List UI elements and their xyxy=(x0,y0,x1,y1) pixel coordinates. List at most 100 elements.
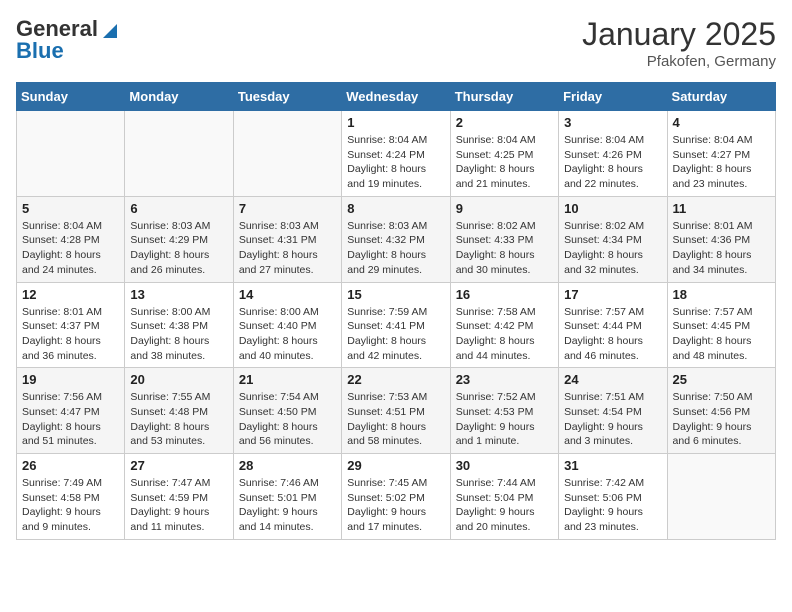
week-row-3: 12 Sunrise: 8:01 AM Sunset: 4:37 PM Dayli… xyxy=(17,282,776,368)
day-info: Sunrise: 7:54 AM Sunset: 4:50 PM Dayligh… xyxy=(239,390,336,449)
day-info: Sunrise: 8:00 AM Sunset: 4:40 PM Dayligh… xyxy=(239,305,336,364)
day-number: 9 xyxy=(456,201,553,216)
page-header: General Blue January 2025 Pfakofen, Germ… xyxy=(16,16,776,70)
month-title: January 2025 xyxy=(582,16,776,53)
calendar-cell: 16 Sunrise: 7:58 AM Sunset: 4:42 PM Dayli… xyxy=(450,282,558,368)
logo-arrow-icon xyxy=(99,20,117,38)
day-number: 17 xyxy=(564,287,661,302)
day-info: Sunrise: 7:49 AM Sunset: 4:58 PM Dayligh… xyxy=(22,476,119,535)
day-number: 27 xyxy=(130,458,227,473)
week-row-1: 1 Sunrise: 8:04 AM Sunset: 4:24 PM Daylig… xyxy=(17,111,776,197)
day-info: Sunrise: 7:57 AM Sunset: 4:45 PM Dayligh… xyxy=(673,305,770,364)
calendar-table: SundayMondayTuesdayWednesdayThursdayFrid… xyxy=(16,82,776,540)
day-number: 12 xyxy=(22,287,119,302)
calendar-cell: 2 Sunrise: 8:04 AM Sunset: 4:25 PM Daylig… xyxy=(450,111,558,197)
day-number: 15 xyxy=(347,287,444,302)
day-number: 25 xyxy=(673,372,770,387)
calendar-cell: 12 Sunrise: 8:01 AM Sunset: 4:37 PM Dayli… xyxy=(17,282,125,368)
calendar-cell: 6 Sunrise: 8:03 AM Sunset: 4:29 PM Daylig… xyxy=(125,196,233,282)
day-number: 7 xyxy=(239,201,336,216)
day-number: 1 xyxy=(347,115,444,130)
day-number: 23 xyxy=(456,372,553,387)
calendar-cell: 31 Sunrise: 7:42 AM Sunset: 5:06 PM Dayli… xyxy=(559,454,667,540)
day-number: 19 xyxy=(22,372,119,387)
calendar-cell: 7 Sunrise: 8:03 AM Sunset: 4:31 PM Daylig… xyxy=(233,196,341,282)
day-info: Sunrise: 7:56 AM Sunset: 4:47 PM Dayligh… xyxy=(22,390,119,449)
day-info: Sunrise: 8:02 AM Sunset: 4:34 PM Dayligh… xyxy=(564,219,661,278)
calendar-cell: 3Sunrise: 8:04 AM Sunset: 4:26 PM Daylig… xyxy=(559,111,667,197)
calendar-cell: 28 Sunrise: 7:46 AM Sunset: 5:01 PM Dayli… xyxy=(233,454,341,540)
day-info: Sunrise: 8:02 AM Sunset: 4:33 PM Dayligh… xyxy=(456,219,553,278)
weekday-header-thursday: Thursday xyxy=(450,83,558,111)
day-number: 22 xyxy=(347,372,444,387)
calendar-cell: 27 Sunrise: 7:47 AM Sunset: 4:59 PM Dayli… xyxy=(125,454,233,540)
day-info: Sunrise: 8:04 AM Sunset: 4:27 PM Dayligh… xyxy=(673,133,770,192)
calendar-cell: 26 Sunrise: 7:49 AM Sunset: 4:58 PM Dayli… xyxy=(17,454,125,540)
day-number: 13 xyxy=(130,287,227,302)
calendar-cell: 25 Sunrise: 7:50 AM Sunset: 4:56 PM Dayli… xyxy=(667,368,775,454)
day-number: 28 xyxy=(239,458,336,473)
calendar-cell: 10Sunrise: 8:02 AM Sunset: 4:34 PM Dayli… xyxy=(559,196,667,282)
day-number: 2 xyxy=(456,115,553,130)
calendar-cell: 20Sunrise: 7:55 AM Sunset: 4:48 PM Dayli… xyxy=(125,368,233,454)
calendar-cell: 23 Sunrise: 7:52 AM Sunset: 4:53 PM Dayli… xyxy=(450,368,558,454)
day-info: Sunrise: 7:58 AM Sunset: 4:42 PM Dayligh… xyxy=(456,305,553,364)
day-info: Sunrise: 8:03 AM Sunset: 4:31 PM Dayligh… xyxy=(239,219,336,278)
day-info: Sunrise: 7:50 AM Sunset: 4:56 PM Dayligh… xyxy=(673,390,770,449)
day-info: Sunrise: 8:03 AM Sunset: 4:29 PM Dayligh… xyxy=(130,219,227,278)
calendar-cell: 22 Sunrise: 7:53 AM Sunset: 4:51 PM Dayli… xyxy=(342,368,450,454)
day-number: 11 xyxy=(673,201,770,216)
day-info: Sunrise: 7:53 AM Sunset: 4:51 PM Dayligh… xyxy=(347,390,444,449)
calendar-cell: 30 Sunrise: 7:44 AM Sunset: 5:04 PM Dayli… xyxy=(450,454,558,540)
day-info: Sunrise: 8:04 AM Sunset: 4:25 PM Dayligh… xyxy=(456,133,553,192)
day-info: Sunrise: 7:59 AM Sunset: 4:41 PM Dayligh… xyxy=(347,305,444,364)
day-number: 29 xyxy=(347,458,444,473)
logo: General Blue xyxy=(16,16,117,64)
day-info: Sunrise: 7:45 AM Sunset: 5:02 PM Dayligh… xyxy=(347,476,444,535)
weekday-header-row: SundayMondayTuesdayWednesdayThursdayFrid… xyxy=(17,83,776,111)
day-info: Sunrise: 7:46 AM Sunset: 5:01 PM Dayligh… xyxy=(239,476,336,535)
calendar-cell xyxy=(17,111,125,197)
calendar-cell: 21 Sunrise: 7:54 AM Sunset: 4:50 PM Dayli… xyxy=(233,368,341,454)
calendar-cell: 17 Sunrise: 7:57 AM Sunset: 4:44 PM Dayli… xyxy=(559,282,667,368)
day-number: 6 xyxy=(130,201,227,216)
weekday-header-monday: Monday xyxy=(125,83,233,111)
day-number: 31 xyxy=(564,458,661,473)
day-info: Sunrise: 8:04 AM Sunset: 4:26 PM Dayligh… xyxy=(564,133,661,192)
day-info: Sunrise: 8:01 AM Sunset: 4:37 PM Dayligh… xyxy=(22,305,119,364)
calendar-cell: 13 Sunrise: 8:00 AM Sunset: 4:38 PM Dayli… xyxy=(125,282,233,368)
title-area: January 2025 Pfakofen, Germany xyxy=(582,16,776,70)
day-number: 18 xyxy=(673,287,770,302)
week-row-5: 26 Sunrise: 7:49 AM Sunset: 4:58 PM Dayli… xyxy=(17,454,776,540)
weekday-header-sunday: Sunday xyxy=(17,83,125,111)
calendar-cell: 1 Sunrise: 8:04 AM Sunset: 4:24 PM Daylig… xyxy=(342,111,450,197)
day-number: 21 xyxy=(239,372,336,387)
location: Pfakofen, Germany xyxy=(582,53,776,70)
week-row-2: 5 Sunrise: 8:04 AM Sunset: 4:28 PM Daylig… xyxy=(17,196,776,282)
calendar-cell: 29 Sunrise: 7:45 AM Sunset: 5:02 PM Dayli… xyxy=(342,454,450,540)
calendar-cell: 4 Sunrise: 8:04 AM Sunset: 4:27 PM Daylig… xyxy=(667,111,775,197)
day-info: Sunrise: 7:47 AM Sunset: 4:59 PM Dayligh… xyxy=(130,476,227,535)
calendar-cell: 15 Sunrise: 7:59 AM Sunset: 4:41 PM Dayli… xyxy=(342,282,450,368)
day-info: Sunrise: 8:04 AM Sunset: 4:28 PM Dayligh… xyxy=(22,219,119,278)
day-number: 26 xyxy=(22,458,119,473)
calendar-cell: 9 Sunrise: 8:02 AM Sunset: 4:33 PM Daylig… xyxy=(450,196,558,282)
calendar-cell xyxy=(667,454,775,540)
day-number: 16 xyxy=(456,287,553,302)
weekday-header-saturday: Saturday xyxy=(667,83,775,111)
day-info: Sunrise: 8:00 AM Sunset: 4:38 PM Dayligh… xyxy=(130,305,227,364)
day-number: 5 xyxy=(22,201,119,216)
calendar-cell: 24Sunrise: 7:51 AM Sunset: 4:54 PM Dayli… xyxy=(559,368,667,454)
day-info: Sunrise: 8:01 AM Sunset: 4:36 PM Dayligh… xyxy=(673,219,770,278)
day-info: Sunrise: 7:57 AM Sunset: 4:44 PM Dayligh… xyxy=(564,305,661,364)
day-info: Sunrise: 7:52 AM Sunset: 4:53 PM Dayligh… xyxy=(456,390,553,449)
day-number: 30 xyxy=(456,458,553,473)
weekday-header-wednesday: Wednesday xyxy=(342,83,450,111)
day-number: 4 xyxy=(673,115,770,130)
day-info: Sunrise: 7:44 AM Sunset: 5:04 PM Dayligh… xyxy=(456,476,553,535)
day-info: Sunrise: 8:03 AM Sunset: 4:32 PM Dayligh… xyxy=(347,219,444,278)
calendar-cell: 18 Sunrise: 7:57 AM Sunset: 4:45 PM Dayli… xyxy=(667,282,775,368)
day-info: Sunrise: 8:04 AM Sunset: 4:24 PM Dayligh… xyxy=(347,133,444,192)
day-info: Sunrise: 7:42 AM Sunset: 5:06 PM Dayligh… xyxy=(564,476,661,535)
day-number: 8 xyxy=(347,201,444,216)
